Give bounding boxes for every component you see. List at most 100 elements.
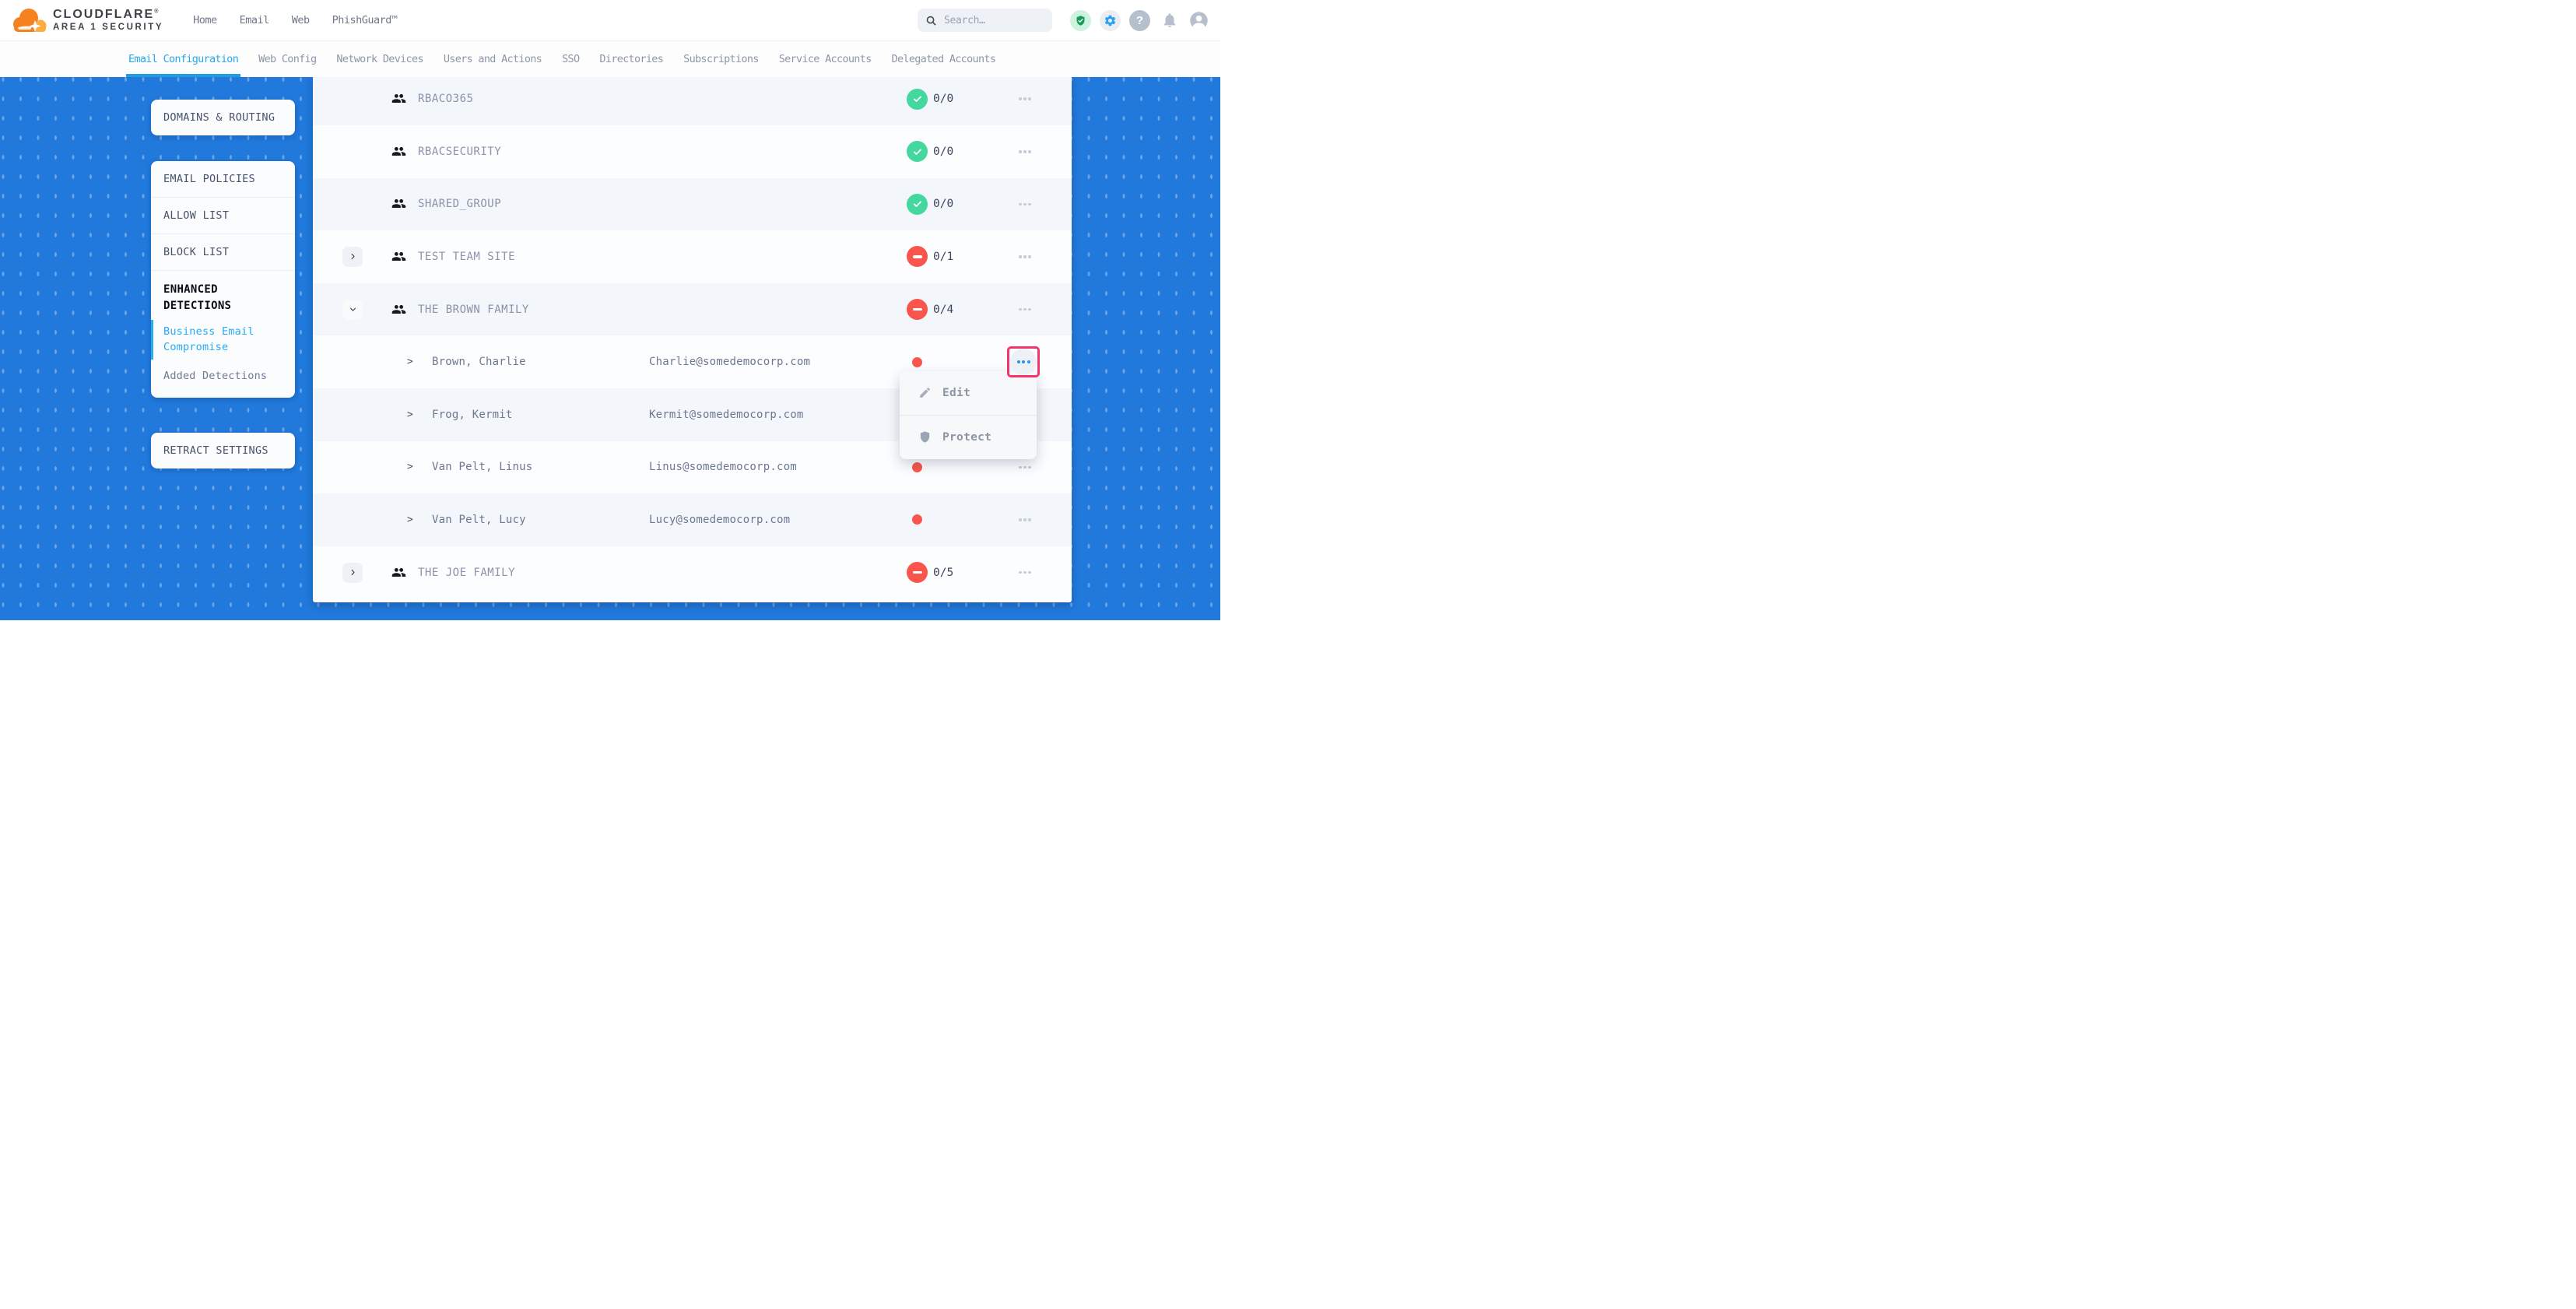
member-email: Linus@somedemocorp.com xyxy=(649,461,797,473)
sidebar-item-domains-routing[interactable]: DOMAINS & ROUTING xyxy=(151,100,295,135)
check-icon xyxy=(912,198,923,209)
status-alert-badge xyxy=(907,299,928,320)
ellipsis-menu-button[interactable] xyxy=(1008,88,1042,110)
ellipsis-menu-button[interactable] xyxy=(1008,141,1042,163)
top-nav-item-phishguard[interactable]: PhishGuard™ xyxy=(332,14,398,26)
tab-network-devices[interactable]: Network Devices xyxy=(336,41,423,77)
table-row-rbaco365[interactable]: RBACO3650/0 xyxy=(313,76,1072,125)
context-menu: EditProtect xyxy=(900,371,1037,459)
security-shield-check-icon[interactable] xyxy=(1070,10,1091,31)
ellipsis-menu-button[interactable] xyxy=(1008,456,1042,478)
table-row-test-team-site[interactable]: TEST TEAM SITE0/1 xyxy=(313,230,1072,283)
protection-count: 0/0 xyxy=(933,93,953,105)
tab-service-accounts[interactable]: Service Accounts xyxy=(779,41,872,77)
search-box[interactable]: Search… xyxy=(918,9,1052,32)
group-people-icon xyxy=(391,565,406,580)
member-caret-icon: > xyxy=(407,461,413,473)
table-row-rbacsecurity[interactable]: RBACSECURITY0/0 xyxy=(313,125,1072,178)
cloudflare-logo: CLOUDFLARE® AREA 1 SECURITY xyxy=(11,5,163,36)
protection-count: 0/0 xyxy=(933,198,953,210)
top-nav-item-home[interactable]: Home xyxy=(193,14,217,26)
tab-users-and-actions[interactable]: Users and Actions xyxy=(444,41,542,77)
tab-web-config[interactable]: Web Config xyxy=(258,41,316,77)
help-icon[interactable]: ? xyxy=(1129,10,1150,31)
sidebar-item-business-email-compromise[interactable]: Business Email Compromise xyxy=(151,318,295,362)
ellipsis-menu-button[interactable] xyxy=(1008,246,1042,268)
chevron-right-icon xyxy=(349,252,357,261)
table-row-the-brown-family[interactable]: THE BROWN FAMILY0/4 xyxy=(313,283,1072,336)
ellipsis-menu-button[interactable] xyxy=(1008,299,1042,321)
brand-name: CLOUDFLARE® xyxy=(53,8,163,22)
table-row-shared-group[interactable]: SHARED_GROUP0/0 xyxy=(313,178,1072,231)
sidebar-item-allow-list[interactable]: ALLOW LIST xyxy=(151,198,295,233)
tab-delegated-accounts[interactable]: Delegated Accounts xyxy=(892,41,996,77)
tab-subscriptions[interactable]: Subscriptions xyxy=(683,41,759,77)
protection-count: 0/1 xyxy=(933,251,953,263)
check-icon xyxy=(912,146,923,157)
status-alert-badge xyxy=(907,246,928,267)
group-name: THE JOE FAMILY xyxy=(418,567,515,579)
table-row-brown-charlie[interactable]: >Brown, CharlieCharlie@somedemocorp.comE… xyxy=(313,335,1072,388)
chevron-right-icon xyxy=(349,568,357,577)
table-row-van-pelt-lucy[interactable]: > Van Pelt, Lucy Lucy@somedemocorp.com xyxy=(313,493,1072,546)
check-icon xyxy=(912,93,923,104)
member-name: Brown, Charlie xyxy=(432,356,526,368)
collapse-button[interactable] xyxy=(342,300,363,320)
top-nav-item-email[interactable]: Email xyxy=(240,14,269,26)
minus-icon xyxy=(913,571,922,574)
ellipsis-menu-button[interactable] xyxy=(1008,509,1042,531)
member-email: Lucy@somedemocorp.com xyxy=(649,514,790,526)
member-name: Van Pelt, Linus xyxy=(432,461,532,473)
group-people-icon xyxy=(391,91,406,106)
member-name: Van Pelt, Lucy xyxy=(432,514,526,526)
expand-button[interactable] xyxy=(342,247,363,267)
sidebar-item-block-list[interactable]: BLOCK LIST xyxy=(151,234,295,270)
chevron-down-icon xyxy=(349,305,357,314)
ellipsis-menu-button-active[interactable] xyxy=(1010,349,1037,375)
notifications-bell-icon[interactable] xyxy=(1159,10,1180,31)
tab-email-configuration[interactable]: Email Configuration xyxy=(128,41,238,77)
shield-icon xyxy=(918,430,932,444)
ellipsis-menu-button[interactable] xyxy=(1008,562,1042,584)
group-people-icon xyxy=(391,302,406,317)
member-email: Charlie@somedemocorp.com xyxy=(649,356,810,368)
settings-gear-icon[interactable] xyxy=(1100,10,1121,31)
tab-sso[interactable]: SSO xyxy=(562,41,579,77)
member-caret-icon: > xyxy=(407,356,413,368)
protection-count: 0/0 xyxy=(933,146,953,158)
sidebar-card-1: DOMAINS & ROUTING xyxy=(151,100,295,135)
group-people-icon xyxy=(391,144,406,159)
search-icon xyxy=(925,15,937,26)
status-ok-badge xyxy=(907,89,928,110)
minus-icon xyxy=(913,255,922,258)
sidebar-item-retract-settings[interactable]: RETRACT SETTINGS xyxy=(151,433,295,469)
account-icon[interactable] xyxy=(1188,10,1209,31)
sub-nav: Email Configuration Web Config Network Dev… xyxy=(0,41,1220,77)
sidebar-heading-enhanced-detections: ENHANCED DETECTIONS xyxy=(151,271,295,318)
sidebar-item-email-policies[interactable]: EMAIL POLICIES xyxy=(151,161,295,197)
expand-button[interactable] xyxy=(342,563,363,583)
table-row-the-joe-family[interactable]: THE JOE FAMILY0/5 xyxy=(313,546,1072,599)
sidebar-card-2: EMAIL POLICIESALLOW LISTBLOCK LISTENHANC… xyxy=(151,161,295,398)
member-caret-icon: > xyxy=(407,514,413,525)
status-alert-dot xyxy=(912,514,922,525)
menu-item-protect[interactable]: Protect xyxy=(900,416,1037,459)
member-name: Frog, Kermit xyxy=(432,409,513,421)
cloudflare-cloud-icon xyxy=(11,5,47,36)
menu-item-edit[interactable]: Edit xyxy=(900,371,1037,415)
page-background: DOMAINS & ROUTING EMAIL POLICIESALLOW LIS… xyxy=(0,76,1220,620)
search-placeholder: Search… xyxy=(944,15,985,26)
group-people-icon xyxy=(391,196,406,211)
status-ok-badge xyxy=(907,194,928,215)
top-nav-item-web[interactable]: Web xyxy=(292,14,310,26)
tab-directories[interactable]: Directories xyxy=(599,41,663,77)
group-people-icon xyxy=(391,249,406,264)
ellipsis-menu-button[interactable] xyxy=(1008,193,1042,215)
status-ok-badge xyxy=(907,141,928,162)
status-alert-dot xyxy=(912,357,922,367)
pencil-icon xyxy=(918,386,932,399)
app-header: CLOUDFLARE® AREA 1 SECURITY Home Email Web… xyxy=(0,0,1220,41)
group-name: THE BROWN FAMILY xyxy=(418,304,529,316)
sidebar-item-added-detections[interactable]: Added Detections xyxy=(151,362,295,398)
groups-table: RBACO3650/0RBACSECURITY0/0SHARED_GROUP0/… xyxy=(313,76,1072,602)
